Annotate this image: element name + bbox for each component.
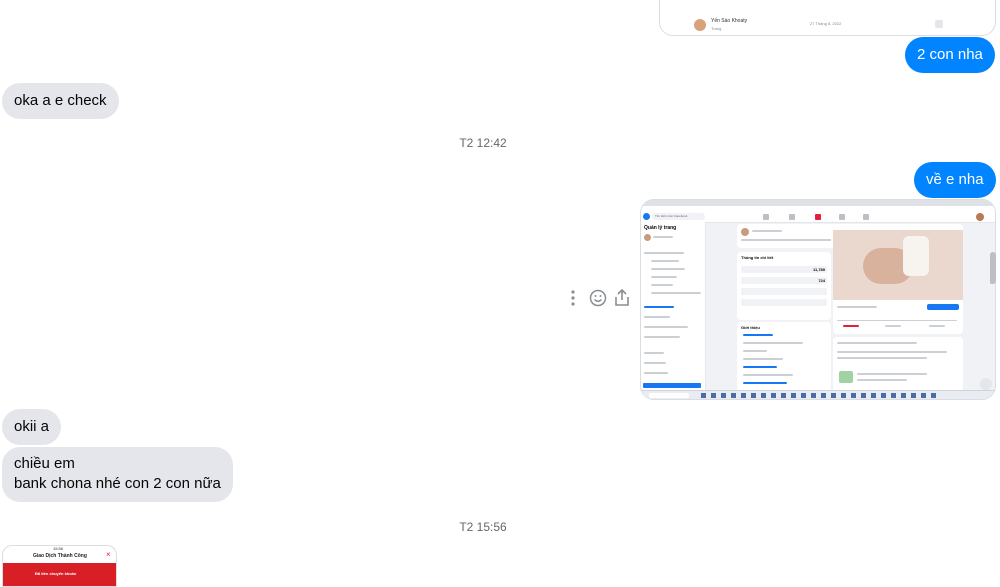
image-row-name: Yến Sào Khoaty	[711, 18, 748, 24]
sidebar-line	[644, 352, 664, 354]
post-line	[837, 306, 877, 308]
post-photo	[833, 230, 963, 300]
sidebar-line	[651, 260, 679, 262]
message-outgoing[interactable]: 2 con nha	[905, 37, 995, 73]
post-line	[843, 325, 859, 327]
fb-market-icon	[839, 214, 845, 220]
fb-about-card: Giới thiệu	[737, 322, 831, 392]
insights-value: 724	[818, 278, 825, 283]
post-line	[837, 320, 957, 321]
header-line	[752, 230, 782, 232]
post-line	[885, 325, 901, 327]
header-line	[741, 239, 831, 241]
share-icon[interactable]	[612, 288, 632, 308]
message-outgoing[interactable]: về e nha	[914, 162, 996, 198]
fb-group-icon	[863, 214, 869, 220]
timestamp: T2 12:42	[459, 136, 507, 150]
timestamp: T2 15:56	[459, 520, 507, 534]
fb-insights-card: Thông tin chi tiết 11,789 724	[737, 252, 831, 320]
sidebar-line	[644, 336, 680, 338]
avatar	[644, 234, 651, 241]
fb-logo-icon	[643, 213, 650, 220]
post-button	[927, 304, 959, 310]
fb-home-icon	[763, 214, 769, 220]
message-incoming[interactable]: okii a	[2, 409, 62, 445]
insights-title: Thông tin chi tiết	[741, 255, 774, 260]
comment-line	[857, 373, 927, 375]
insights-row	[741, 288, 827, 295]
message-incoming[interactable]: oka a e check	[2, 83, 119, 119]
avatar	[741, 228, 749, 236]
insights-row: 724	[741, 277, 827, 284]
more-icon[interactable]	[563, 288, 583, 308]
sidebar-line	[644, 362, 666, 364]
insights-value: 11,789	[812, 267, 825, 272]
message-line: chiều em	[14, 455, 75, 472]
about-line	[743, 382, 787, 384]
about-line	[743, 366, 777, 368]
taskbar-icons	[701, 393, 941, 398]
sidebar-line	[644, 252, 684, 254]
receipt-time: 15:56	[53, 546, 64, 551]
sidebar-line	[653, 236, 673, 238]
sidebar-line	[644, 306, 674, 308]
about-line	[743, 374, 793, 376]
sidebar-line	[651, 292, 701, 294]
post-line	[929, 325, 945, 327]
sidebar-line	[651, 268, 685, 270]
fb-sidebar-title: Quản lý trang	[644, 225, 677, 231]
about-line	[743, 342, 803, 344]
fb-account-avatar	[976, 213, 984, 221]
emoji-icon[interactable]	[588, 288, 608, 308]
fb-flag-icon	[789, 214, 795, 220]
post-photo-jar	[903, 236, 929, 276]
about-line	[743, 350, 767, 352]
comment-line	[837, 351, 947, 353]
about-line	[743, 358, 783, 360]
receipt-status-bar: 15:56	[3, 546, 116, 551]
fb-sidebar: Quản lý trang	[641, 222, 706, 399]
image-row-sub: Trang	[711, 26, 722, 31]
insights-row	[741, 299, 827, 306]
fb-video-icon	[815, 214, 821, 220]
image-row-icon	[935, 20, 943, 28]
taskbar-search	[649, 393, 689, 398]
scroll-down-icon[interactable]	[980, 378, 992, 390]
taskbar	[641, 390, 995, 399]
comment-line	[837, 342, 917, 344]
comment-line	[857, 379, 907, 381]
insights-row: 11,789	[741, 266, 827, 273]
sidebar-line	[644, 316, 670, 318]
receipt-banner: Đã tiền chuyển khoản	[3, 563, 116, 586]
screenshot-attachment[interactable]: Tìm kiếm trên Facebook Quản lý trang Thô…	[640, 199, 996, 400]
image-row-date: 27 Tháng 8, 2022	[810, 21, 842, 26]
sidebar-line	[651, 284, 673, 286]
about-title: Giới thiệu	[741, 325, 760, 330]
scrollbar[interactable]	[990, 252, 996, 284]
comment-image	[839, 371, 853, 383]
top-attachment-image[interactable]: Yến Sào Khoaty Trang 27 Tháng 8, 2022	[659, 0, 996, 36]
fb-comment-card	[833, 337, 963, 392]
receipt-sub: Đã tiền chuyển khoản	[35, 571, 77, 576]
fb-post-card	[833, 224, 963, 334]
about-line	[743, 334, 773, 336]
receipt-title: Giao Dịch Thành Công	[33, 553, 87, 559]
close-icon[interactable]: ×	[106, 551, 111, 559]
sidebar-line	[651, 276, 677, 278]
sidebar-line	[644, 326, 688, 328]
comment-line	[837, 357, 927, 359]
receipt-attachment[interactable]: 15:56 Giao Dịch Thành Công × Đã tiền chu…	[2, 545, 117, 587]
sidebar-line	[644, 372, 668, 374]
message-line: bank chona nhé con 2 con nữa	[14, 475, 221, 492]
avatar	[694, 19, 706, 31]
message-incoming[interactable]: chiều em bank chona nhé con 2 con nữa	[2, 447, 233, 502]
fb-search-input: Tìm kiếm trên Facebook	[652, 213, 705, 220]
sidebar-button	[643, 383, 701, 388]
